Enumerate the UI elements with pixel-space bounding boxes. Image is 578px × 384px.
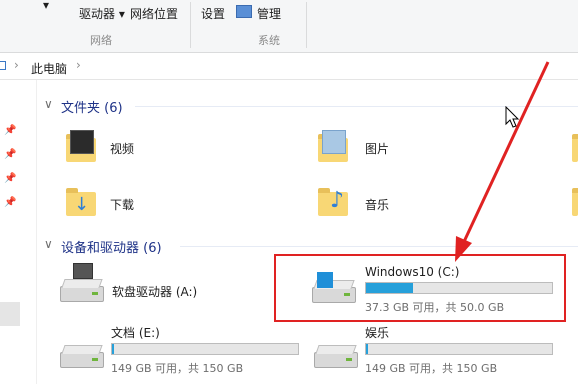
annotation-arrow bbox=[455, 61, 550, 262]
mouse-cursor-icon bbox=[505, 106, 520, 128]
